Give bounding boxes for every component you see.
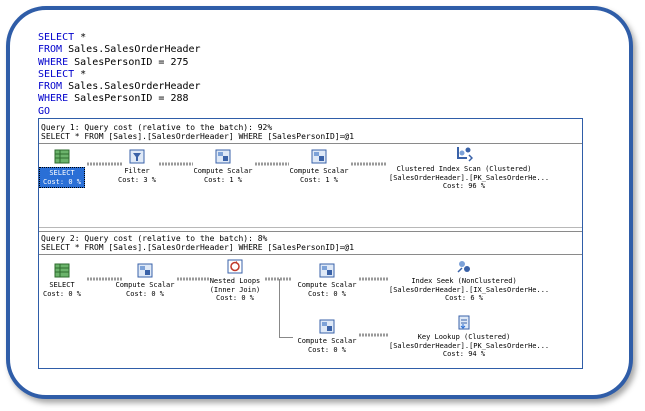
sql-text: * xyxy=(74,32,87,43)
compute-scalar-icon xyxy=(137,263,153,278)
index-seek-icon xyxy=(457,261,470,273)
node-object: [SalesOrderHeader].[PK_SalesOrderHe... xyxy=(389,341,550,350)
q2-key-lookup-node[interactable]: Key Lookup (Clustered) [SalesOrderHeader… xyxy=(389,315,550,359)
divider xyxy=(39,143,582,144)
sql-keyword: WHERE xyxy=(38,93,69,105)
node-label: Key Lookup (Clustered) xyxy=(417,333,511,341)
node-label: Compute Scalar xyxy=(289,167,349,175)
q1-compute-scalar-node-2[interactable]: Compute Scalar Cost: 1 % xyxy=(259,149,379,184)
divider xyxy=(39,227,582,228)
sql-keyword: SELECT xyxy=(38,32,75,43)
node-label: Compute Scalar xyxy=(297,337,357,345)
compute-scalar-icon xyxy=(319,319,335,334)
filter-icon xyxy=(129,149,145,164)
sql-text: Sales.SalesOrderHeader xyxy=(62,81,201,93)
sql-text: SalesPersonID = 288 xyxy=(68,93,189,105)
divider xyxy=(39,254,582,255)
clustered-index-scan-icon xyxy=(457,147,473,162)
node-label: Clustered Index Scan (Clustered) xyxy=(396,165,532,173)
node-cost: Cost: 6 % xyxy=(445,294,483,302)
compute-scalar-icon xyxy=(215,149,231,164)
q1-clustered-index-scan-node[interactable]: Clustered Index Scan (Clustered) [SalesO… xyxy=(389,145,550,191)
flow-arrow xyxy=(359,333,389,337)
query2-statement: SELECT * FROM [Sales].[SalesOrderHeader]… xyxy=(41,243,355,252)
node-object: [SalesOrderHeader].[PK_SalesOrderHe... xyxy=(389,173,550,182)
key-lookup-icon xyxy=(458,315,470,330)
sql-keyword: FROM xyxy=(38,81,63,93)
node-cost: Cost: 96 % xyxy=(442,182,486,190)
sql-editor[interactable]: SELECT * FROM Sales.SalesOrderHeader WHE… xyxy=(38,32,201,118)
q2-index-seek-node[interactable]: Index Seek (NonClustered) [SalesOrderHea… xyxy=(389,259,550,303)
select-icon xyxy=(54,263,70,278)
execution-plan-pane[interactable]: Query 1: Query cost (relative to the bat… xyxy=(38,118,583,369)
node-label: SELECT xyxy=(49,169,75,177)
nested-loops-icon xyxy=(227,259,243,274)
flow-arrow xyxy=(359,277,389,281)
sql-keyword: WHERE xyxy=(38,56,69,68)
divider xyxy=(39,231,582,232)
sql-text: SalesPersonID = 275 xyxy=(68,56,189,68)
compute-scalar-icon xyxy=(311,149,327,164)
sql-text: * xyxy=(74,68,87,80)
flow-arrow xyxy=(351,162,387,166)
query1-statement: SELECT * FROM [Sales].[SalesOrderHeader]… xyxy=(41,132,355,141)
node-cost: Cost: 1 % xyxy=(300,175,338,184)
node-label: Index Seek (NonClustered) xyxy=(411,277,517,285)
sql-keyword: GO xyxy=(38,105,51,117)
node-cost: Cost: 0 % xyxy=(43,177,81,186)
node-cost: Cost: 94 % xyxy=(442,350,486,358)
sql-keyword: FROM xyxy=(38,44,63,56)
node-cost: Cost: 0 % xyxy=(308,345,346,354)
node-object: [SalesOrderHeader].[IX_SalesOrderHe... xyxy=(389,285,550,294)
sql-text: Sales.SalesOrderHeader xyxy=(62,44,201,56)
compute-scalar-icon xyxy=(319,263,335,278)
sql-keyword: SELECT xyxy=(38,68,75,80)
select-icon xyxy=(54,149,70,164)
node-label: Compute Scalar xyxy=(297,281,357,289)
node-cost: Cost: 0 % xyxy=(308,289,346,298)
